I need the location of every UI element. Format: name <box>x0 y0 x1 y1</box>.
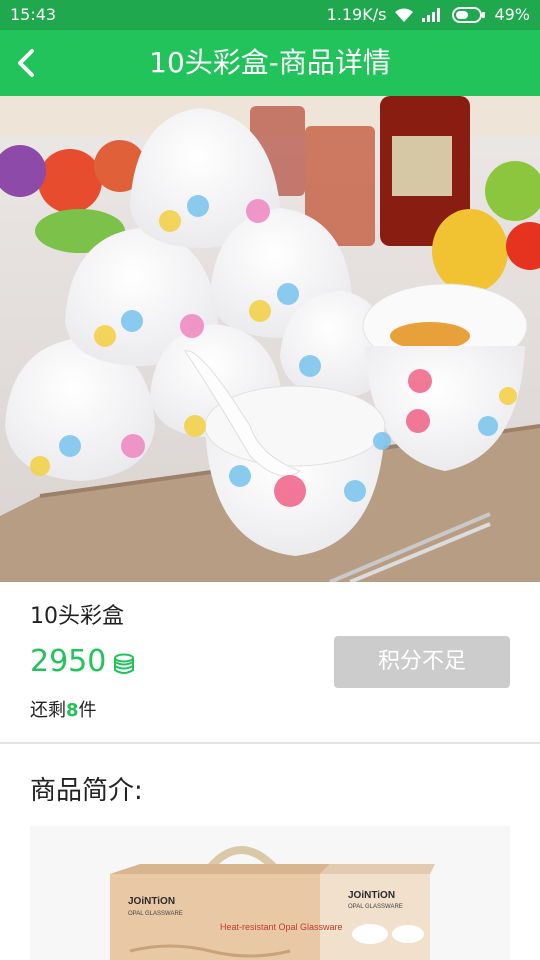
status-bar: 15:43 1.19K/s 49% <box>0 0 540 30</box>
intro-title: 商品简介: <box>30 776 143 806</box>
divider <box>0 742 540 744</box>
product-image <box>0 96 540 582</box>
product-name: 10头彩盒 <box>30 604 124 629</box>
back-button[interactable] <box>10 45 46 81</box>
svg-text:JOiNTiON: JOiNTiON <box>348 890 395 901</box>
signal-icon <box>422 7 444 22</box>
battery-level: 49% <box>494 5 530 24</box>
status-right: 1.19K/s 49% <box>327 5 530 24</box>
page-title: 10头彩盒-商品详情 <box>149 46 391 79</box>
wifi-icon <box>394 7 414 23</box>
coin-stack-icon <box>114 653 135 674</box>
network-speed: 1.19K/s <box>326 5 387 24</box>
stock-remaining: 还剩8件 <box>30 700 97 721</box>
svg-text:JOiNTiON: JOiNTiON <box>128 896 175 907</box>
insufficient-points-button[interactable]: 积分不足 <box>334 636 510 688</box>
intro-image: JOiNTiON OPAL GLASSWARE JOiNTiON OPAL GL… <box>30 826 510 960</box>
product-info: 10头彩盒 2950 还剩8件 积分不足 <box>0 582 540 742</box>
svg-text:OPAL GLASSWARE: OPAL GLASSWARE <box>128 911 183 917</box>
title-bar: 10头彩盒-商品详情 <box>0 30 540 96</box>
svg-text:Heat-resistant Opal Glassware: Heat-resistant Opal Glassware <box>220 922 343 932</box>
battery-icon <box>452 6 486 23</box>
svg-text:OPAL GLASSWARE: OPAL GLASSWARE <box>348 904 403 910</box>
price-row: 2950 <box>30 644 136 679</box>
stock-count: 8 <box>66 700 79 721</box>
status-time: 15:43 <box>10 5 57 24</box>
chevron-left-icon <box>18 49 34 77</box>
product-price: 2950 <box>30 644 107 679</box>
